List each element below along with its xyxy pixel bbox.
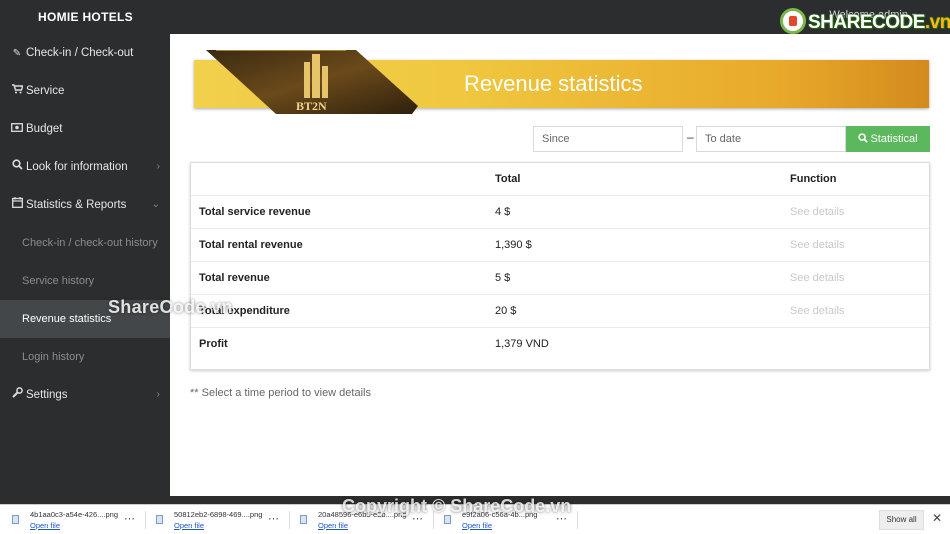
to-date-input[interactable] bbox=[696, 126, 846, 152]
sidebar-item-lookup[interactable]: Look for information › bbox=[0, 148, 170, 186]
divider bbox=[577, 511, 578, 529]
more-options-icon[interactable]: ⋯ bbox=[268, 512, 279, 525]
top-bar: Welcome admin ▾ SHARECODE.vn bbox=[170, 0, 950, 34]
svg-text:BT2N: BT2N bbox=[296, 99, 327, 113]
sidebar: HOMIE HOTELS ✎ Check-in / Check-out Servi… bbox=[0, 0, 170, 504]
date-separator: – bbox=[687, 130, 694, 144]
sharecode-ball-icon bbox=[780, 8, 806, 34]
open-file-link[interactable]: Open file bbox=[462, 521, 492, 530]
chevron-right-icon: › bbox=[156, 389, 160, 400]
main-content: Revenue statistics BT2N – bbox=[170, 34, 950, 496]
row-total: 1,390 $ bbox=[495, 239, 532, 251]
sidebar-item-label: Statistics & Reports bbox=[26, 199, 127, 211]
more-options-icon[interactable]: ⋯ bbox=[124, 512, 135, 525]
row-label: Profit bbox=[199, 338, 228, 350]
hint-text: ** Select a time period to view details bbox=[190, 387, 371, 399]
file-icon bbox=[300, 515, 307, 524]
edit-icon: ✎ bbox=[12, 48, 22, 59]
sidebar-item-label: Check-in / Check-out bbox=[26, 47, 134, 59]
row-label: Total rental revenue bbox=[199, 239, 303, 251]
sidebar-subitem-login-history[interactable]: Login history bbox=[0, 338, 170, 376]
sidebar-subitem-service-history[interactable]: Service history bbox=[0, 262, 170, 300]
see-details-link[interactable]: See details bbox=[790, 206, 844, 218]
row-total: 1,379 VND bbox=[495, 338, 549, 350]
sidebar-item-label: Service bbox=[26, 85, 65, 97]
money-icon bbox=[10, 111, 24, 149]
row-label: Total revenue bbox=[199, 272, 270, 284]
table-row: Profit 1,379 VND bbox=[191, 328, 929, 361]
watermark-side: ShareCode.vn bbox=[108, 297, 233, 317]
open-file-link[interactable]: Open file bbox=[30, 521, 60, 530]
sidebar-item-settings[interactable]: Settings › bbox=[0, 376, 170, 414]
sidebar-subitem-checkin-history[interactable]: Check-in / check-out history bbox=[0, 224, 170, 262]
sharecode-logo-text: SHARECODE.vn bbox=[808, 12, 950, 33]
chevron-right-icon: › bbox=[156, 161, 160, 172]
sidebar-item-label: Settings bbox=[26, 389, 68, 401]
row-total: 5 $ bbox=[495, 272, 511, 284]
see-details-link[interactable]: See details bbox=[790, 305, 844, 317]
sidebar-item-budget[interactable]: Budget bbox=[0, 110, 170, 148]
table-row: Total revenue 5 $ See details bbox=[191, 262, 929, 295]
file-icon bbox=[12, 515, 19, 524]
row-total: 20 $ bbox=[495, 305, 517, 317]
download-filename: 50812eb2-6898-469....png bbox=[174, 510, 263, 519]
statistical-button[interactable]: Statistical bbox=[846, 126, 930, 152]
since-date-input[interactable] bbox=[533, 126, 683, 152]
download-item[interactable]: 50812eb2-6898-469....png Open file ⋯ bbox=[144, 509, 290, 531]
app-window: HOMIE HOTELS ✎ Check-in / Check-out Servi… bbox=[0, 0, 950, 534]
bt2n-logo: BT2N bbox=[206, 50, 418, 114]
date-filter: – Statistical bbox=[533, 126, 930, 152]
search-icon bbox=[10, 149, 24, 187]
sidebar-item-label: Budget bbox=[26, 123, 63, 135]
sidebar-item-checkin[interactable]: ✎ Check-in / Check-out bbox=[0, 34, 170, 72]
table-row: Total rental revenue 1,390 $ See details bbox=[191, 229, 929, 262]
search-icon bbox=[858, 133, 869, 143]
page-title: Revenue statistics bbox=[464, 71, 643, 96]
chevron-down-icon: ⌄ bbox=[151, 199, 160, 210]
file-icon bbox=[156, 515, 163, 524]
cart-icon bbox=[10, 73, 24, 111]
calendar-icon bbox=[10, 187, 24, 225]
download-filename: 4b1aa0c3-a54e-426....png bbox=[30, 510, 118, 519]
watermark-copyright: Copyright © ShareCode.vn bbox=[342, 496, 572, 516]
see-details-link[interactable]: See details bbox=[790, 272, 844, 284]
open-file-link[interactable]: Open file bbox=[318, 521, 348, 530]
wrench-icon bbox=[10, 377, 24, 415]
table-row: Total service revenue 4 $ See details bbox=[191, 196, 929, 229]
show-all-button[interactable]: Show all bbox=[879, 510, 924, 530]
brand-title[interactable]: HOMIE HOTELS bbox=[0, 0, 170, 34]
close-icon[interactable]: ✕ bbox=[932, 511, 942, 525]
open-file-link[interactable]: Open file bbox=[174, 521, 204, 530]
sidebar-item-statistics[interactable]: Statistics & Reports ⌄ bbox=[0, 186, 170, 224]
sidebar-item-service[interactable]: Service bbox=[0, 72, 170, 110]
row-total: 4 $ bbox=[495, 206, 511, 218]
sidebar-item-label: Look for information bbox=[26, 161, 128, 173]
table-row: Total expenditure 20 $ See details bbox=[191, 295, 929, 328]
table-header-total: Total bbox=[495, 173, 521, 185]
see-details-link[interactable]: See details bbox=[790, 239, 844, 251]
table-header-function: Function bbox=[790, 173, 837, 185]
revenue-table: Total Function Total service revenue 4 $… bbox=[190, 162, 930, 370]
statistical-button-label: Statistical bbox=[870, 133, 918, 145]
download-item[interactable]: 4b1aa0c3-a54e-426....png Open file ⋯ bbox=[0, 509, 146, 531]
row-label: Total service revenue bbox=[199, 206, 311, 218]
table-header-row: Total Function bbox=[191, 163, 929, 196]
